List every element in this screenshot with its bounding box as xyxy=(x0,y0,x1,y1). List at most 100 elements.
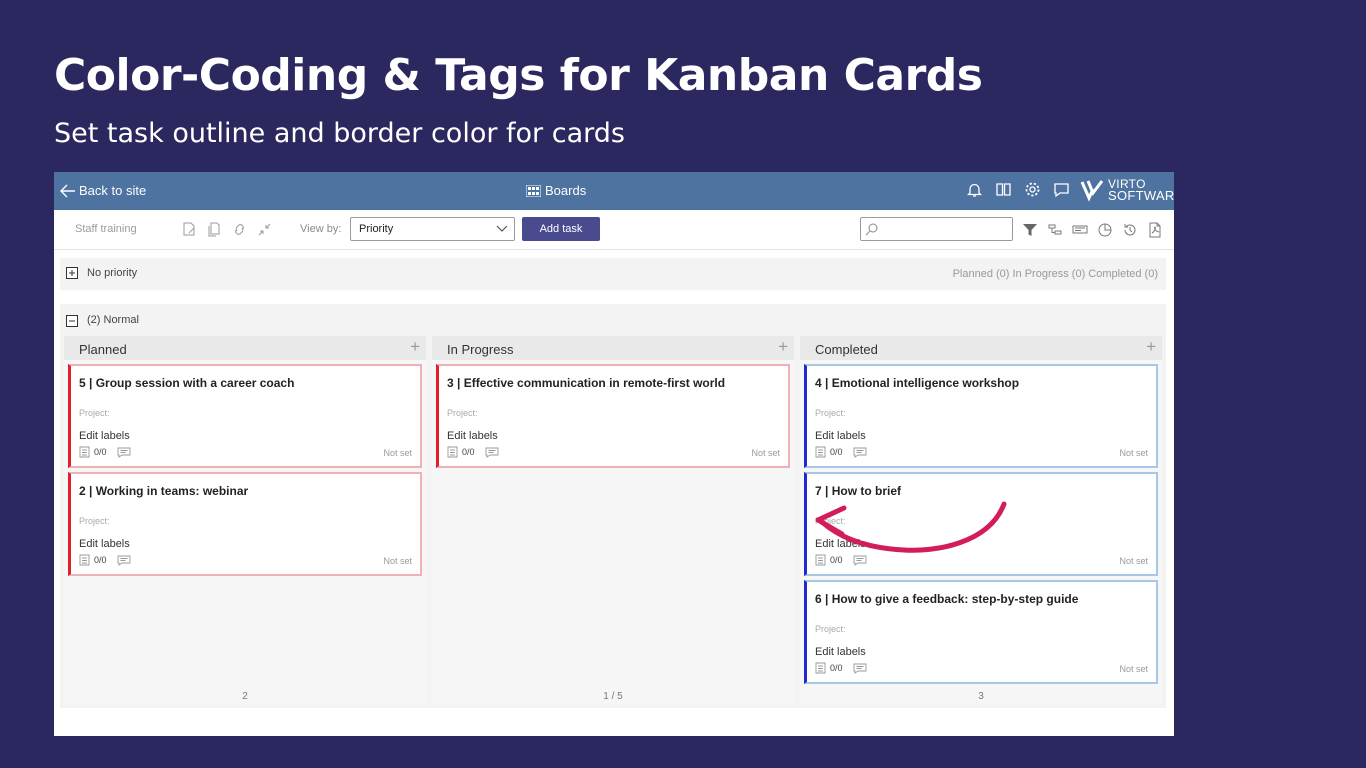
card-meta: 0/0 xyxy=(815,554,867,566)
chart-icon[interactable] xyxy=(1097,222,1113,238)
expand-plus-icon[interactable] xyxy=(66,267,78,279)
chevron-down-icon xyxy=(496,225,508,232)
card-project: Project: xyxy=(79,516,110,526)
card-due-date: Not set xyxy=(1119,664,1148,674)
column-in-progress: In Progress + 3 | Effective communicatio… xyxy=(432,336,794,704)
board-view-icons xyxy=(1022,222,1163,238)
app-topbar: Back to site Boards VIRTO SOFTWARE xyxy=(54,172,1174,210)
card-project: Project: xyxy=(447,408,478,418)
column-header: Planned + xyxy=(64,336,426,360)
checklist-count: 0/0 xyxy=(830,663,843,673)
comment-icon[interactable] xyxy=(117,447,131,458)
slide-subline: Set task outline and border color for ca… xyxy=(54,118,625,149)
bell-icon[interactable] xyxy=(966,181,983,198)
checklist-count: 0/0 xyxy=(94,447,107,457)
checklist-count: 0/0 xyxy=(94,555,107,565)
gear-icon[interactable] xyxy=(1024,181,1041,198)
card-project: Project: xyxy=(815,624,846,634)
link-icon[interactable] xyxy=(232,222,247,237)
collapse-icon[interactable] xyxy=(257,222,272,237)
add-card-plus-icon[interactable]: + xyxy=(410,338,420,355)
add-card-plus-icon[interactable]: + xyxy=(1146,338,1156,355)
column-title: In Progress xyxy=(447,342,514,357)
task-card[interactable]: 3 | Effective communication in remote-fi… xyxy=(436,364,790,468)
column-title: Completed xyxy=(815,342,878,357)
virto-logo: VIRTO SOFTWARE xyxy=(1080,178,1174,202)
edit-labels-link[interactable]: Edit labels xyxy=(79,430,130,442)
task-card[interactable]: 5 | Group session with a career coach Pr… xyxy=(68,364,422,468)
edit-labels-link[interactable]: Edit labels xyxy=(815,646,866,658)
history-icon[interactable] xyxy=(1122,222,1138,238)
card-meta: 0/0 xyxy=(79,446,131,458)
book-icon[interactable] xyxy=(995,181,1012,198)
task-card[interactable]: 2 | Working in teams: webinar Project: E… xyxy=(68,472,422,576)
edit-labels-link[interactable]: Edit labels xyxy=(447,430,498,442)
column-footer-count: 2 xyxy=(242,691,248,702)
search-icon xyxy=(865,223,878,236)
back-to-site-link[interactable]: Back to site xyxy=(60,183,146,198)
checklist-count: 0/0 xyxy=(830,555,843,565)
edit-labels-link[interactable]: Edit labels xyxy=(815,538,866,550)
edit-board-icon[interactable] xyxy=(182,222,197,237)
column-footer-count: 3 xyxy=(978,691,984,702)
view-by-value: Priority xyxy=(359,223,394,235)
card-title: 4 | Emotional intelligence workshop xyxy=(815,376,1020,390)
card-title: 2 | Working in teams: webinar xyxy=(79,484,249,498)
add-card-plus-icon[interactable]: + xyxy=(778,338,788,355)
filter-icon[interactable] xyxy=(1022,222,1038,238)
topbar-icons xyxy=(966,181,1070,198)
task-card[interactable]: 4 | Emotional intelligence workshop Proj… xyxy=(804,364,1158,468)
board-name: Staff training xyxy=(75,223,137,235)
card-title: 7 | How to brief xyxy=(815,484,902,498)
search-input[interactable] xyxy=(860,217,1013,241)
collapse-minus-icon[interactable] xyxy=(66,315,78,327)
virto-logo-icon xyxy=(1080,180,1104,202)
task-card[interactable]: 6 | How to give a feedback: step-by-step… xyxy=(804,580,1158,684)
comment-icon[interactable] xyxy=(853,555,867,566)
checklist-count: 0/0 xyxy=(830,447,843,457)
comment-icon[interactable] xyxy=(853,663,867,674)
column-planned: Planned + 5 | Group session with a caree… xyxy=(64,336,426,704)
hierarchy-icon[interactable] xyxy=(1047,222,1063,238)
checklist-icon xyxy=(815,662,826,674)
checklist-icon xyxy=(815,446,826,458)
group-no-priority-label: No priority xyxy=(87,267,138,279)
column-completed: Completed + 4 | Emotional intelligence w… xyxy=(800,336,1162,704)
card-title: 3 | Effective communication in remote-fi… xyxy=(447,376,726,390)
group-no-priority-summary: Planned (0) In Progress (0) Completed (0… xyxy=(952,268,1158,280)
column-title: Planned xyxy=(79,342,127,357)
card-view-icon[interactable] xyxy=(1072,222,1088,238)
group-normal-label: (2) Normal xyxy=(87,314,139,326)
card-due-date: Not set xyxy=(1119,448,1148,458)
card-due-date: Not set xyxy=(383,556,412,566)
card-project: Project: xyxy=(79,408,110,418)
column-header: In Progress + xyxy=(432,336,794,360)
edit-labels-link[interactable]: Edit labels xyxy=(79,538,130,550)
view-by-select[interactable]: Priority xyxy=(350,217,515,241)
edit-labels-link[interactable]: Edit labels xyxy=(815,430,866,442)
group-normal: (2) Normal Planned + 5 | Group session w… xyxy=(60,304,1166,708)
copy-icon[interactable] xyxy=(207,222,222,237)
card-due-date: Not set xyxy=(751,448,780,458)
card-meta: 0/0 xyxy=(815,662,867,674)
checklist-icon xyxy=(447,446,458,458)
export-pdf-icon[interactable] xyxy=(1147,222,1163,238)
card-due-date: Not set xyxy=(1119,556,1148,566)
add-task-button[interactable]: Add task xyxy=(522,217,600,241)
board-tool-icons xyxy=(182,222,272,237)
card-title: 5 | Group session with a career coach xyxy=(79,376,295,390)
kanban-app-window: Back to site Boards VIRTO SOFTWARE Staf xyxy=(54,172,1174,736)
column-footer-pagination: 1 / 5 xyxy=(603,691,623,702)
card-meta: 0/0 xyxy=(815,446,867,458)
card-project: Project: xyxy=(815,408,846,418)
back-to-site-label: Back to site xyxy=(79,183,147,198)
boards-label: Boards xyxy=(545,183,587,198)
boards-grid-icon xyxy=(526,184,541,197)
comment-icon[interactable] xyxy=(117,555,131,566)
arrow-left-icon xyxy=(60,184,75,197)
chat-icon[interactable] xyxy=(1053,181,1070,198)
task-card[interactable]: 7 | How to brief Project: Edit labels 0/… xyxy=(804,472,1158,576)
comment-icon[interactable] xyxy=(485,447,499,458)
checklist-count: 0/0 xyxy=(462,447,475,457)
comment-icon[interactable] xyxy=(853,447,867,458)
